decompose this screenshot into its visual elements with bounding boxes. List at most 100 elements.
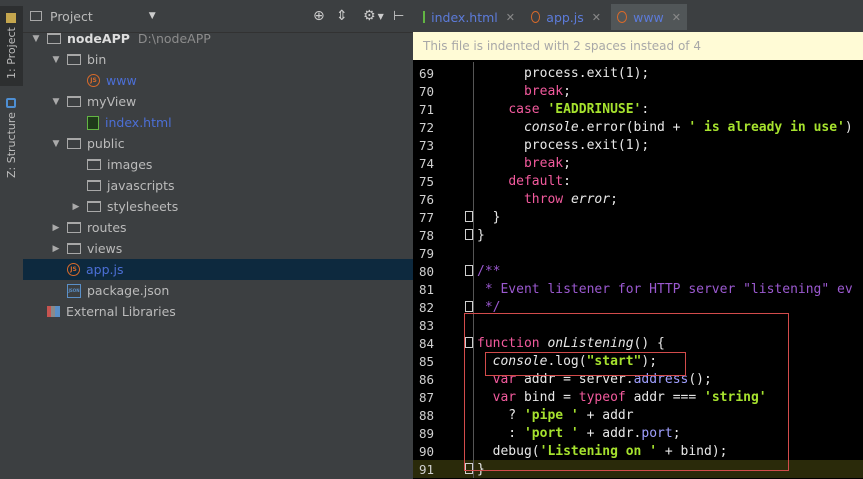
folder-icon: [67, 243, 81, 254]
collapse-arrow-icon[interactable]: ▶: [71, 202, 81, 212]
tree-item[interactable]: index.html: [23, 112, 461, 133]
tree-item[interactable]: JS www: [23, 70, 461, 91]
collapse-arrow-icon[interactable]: ▶: [51, 223, 61, 233]
expand-arrow-icon[interactable]: ▼: [51, 55, 61, 65]
html-file-icon: [423, 11, 426, 23]
tree-item[interactable]: ▼ public: [23, 133, 441, 154]
folder-icon: [67, 138, 81, 149]
line-number: 90: [419, 443, 435, 459]
fold-marker-icon[interactable]: [465, 211, 473, 222]
tree-item[interactable]: javascripts: [23, 175, 461, 196]
tree-item-label: stylesheets: [107, 199, 179, 214]
code-line: 80 /**: [413, 262, 863, 280]
project-view-label: Project: [50, 8, 93, 24]
tree-item[interactable]: JS app.js: [23, 259, 441, 280]
gear-icon: ⚙: [363, 8, 376, 24]
line-number: 81: [419, 281, 435, 297]
editor-tab-label: www: [633, 9, 664, 25]
tree-item-label: bin: [87, 52, 107, 67]
structure-icon: [6, 98, 17, 109]
tree-item[interactable]: ▶ views: [23, 238, 441, 259]
tree-item[interactable]: JSON package.json: [23, 280, 441, 301]
gutter: [461, 172, 477, 190]
gutter: [461, 190, 477, 208]
expand-arrow-icon[interactable]: ▼: [31, 34, 41, 44]
tree-item[interactable]: ▶ stylesheets: [23, 196, 461, 217]
folder-icon: [47, 33, 61, 44]
code-token: case: [508, 101, 548, 117]
close-icon[interactable]: ✕: [672, 11, 681, 24]
fold-marker-icon[interactable]: [465, 301, 473, 312]
code-token: 1: [625, 137, 634, 153]
code-token: 1: [625, 65, 634, 81]
gutter: [461, 226, 477, 244]
code-line: 76 throw error;: [413, 190, 863, 208]
chevron-down-icon: ▼: [377, 11, 384, 21]
project-tab-label: 1: Project: [5, 27, 18, 79]
editor-tab[interactable]: www ✕: [611, 4, 687, 30]
tree-item-label: myView: [87, 94, 137, 109]
code-token: ;: [610, 191, 618, 207]
gutter: [461, 100, 477, 118]
folder-icon: [87, 180, 101, 191]
code-text: case 'EADDRINUSE':: [477, 102, 649, 117]
line-number: 69: [419, 65, 435, 81]
collapse-arrow-icon[interactable]: ▶: [51, 244, 61, 254]
tree-item[interactable]: ▶ routes: [23, 217, 441, 238]
fold-marker-icon[interactable]: [465, 265, 473, 276]
target-icon: ⊕: [313, 8, 325, 24]
editor-tab[interactable]: app.js ✕: [525, 4, 607, 30]
ide-window: 1: Project Z: Structure Project ▼ ⊕ ⇕ ⚙ …: [0, 0, 863, 479]
line-number: 87: [419, 389, 435, 405]
chevron-down-icon: ▼: [148, 11, 156, 21]
tree-item-label: javascripts: [107, 178, 175, 193]
close-icon[interactable]: ✕: [592, 11, 601, 24]
project-tool-tab[interactable]: 1: Project: [0, 6, 23, 86]
expand-arrow-icon[interactable]: ▼: [51, 97, 61, 107]
code-line: 75 default:: [413, 172, 863, 190]
editor-tabs: index.html ✕ app.js ✕ www ✕: [413, 0, 863, 33]
tree-item[interactable]: External Libraries: [23, 301, 421, 322]
code-token: process: [523, 137, 579, 153]
folder-icon: [67, 54, 81, 65]
tree-item-label: images: [107, 157, 153, 172]
code-line: 70 break;: [413, 82, 863, 100]
code-text: }: [477, 228, 485, 243]
editor-tab-label: index.html: [431, 9, 498, 25]
tree-item-label: www: [106, 73, 137, 88]
code-token: break: [523, 155, 564, 171]
code-line: 71 case 'EADDRINUSE':: [413, 100, 863, 118]
code-text: break;: [477, 84, 571, 99]
fold-marker-icon[interactable]: [465, 229, 473, 240]
gutter: [461, 118, 477, 136]
structure-tab-label: Z: Structure: [5, 112, 18, 178]
tree-item[interactable]: ▼ nodeAPP D:\nodeAPP: [23, 28, 421, 49]
library-icon: [47, 306, 60, 317]
editor-tab[interactable]: index.html ✕: [417, 4, 521, 30]
tree-item[interactable]: ▼ myView: [23, 91, 441, 112]
line-number: 89: [419, 425, 435, 441]
code-token: .error(bind +: [578, 119, 689, 135]
gutter: [461, 208, 477, 226]
close-icon[interactable]: ✕: [506, 11, 515, 24]
tree-item[interactable]: images: [23, 154, 461, 175]
code-text: process.exit(1);: [477, 66, 649, 81]
folder-icon: [87, 201, 101, 212]
annotation-box-function: [464, 313, 789, 471]
line-number: 71: [419, 101, 435, 117]
tree-item[interactable]: ▼ bin: [23, 49, 441, 70]
tree-item-label: routes: [87, 220, 127, 235]
gutter: [461, 262, 477, 280]
expand-arrow-icon[interactable]: ▼: [51, 139, 61, 149]
code-token: console: [523, 119, 579, 135]
js-file-icon: [617, 11, 628, 23]
editor-tab-label: app.js: [546, 9, 584, 25]
line-number: 74: [419, 155, 435, 171]
tree-item-label: package.json: [87, 283, 170, 298]
code-text: }: [477, 210, 501, 225]
structure-tool-tab[interactable]: Z: Structure: [0, 96, 23, 180]
code-token: throw: [523, 191, 571, 207]
code-token: );: [633, 137, 650, 153]
